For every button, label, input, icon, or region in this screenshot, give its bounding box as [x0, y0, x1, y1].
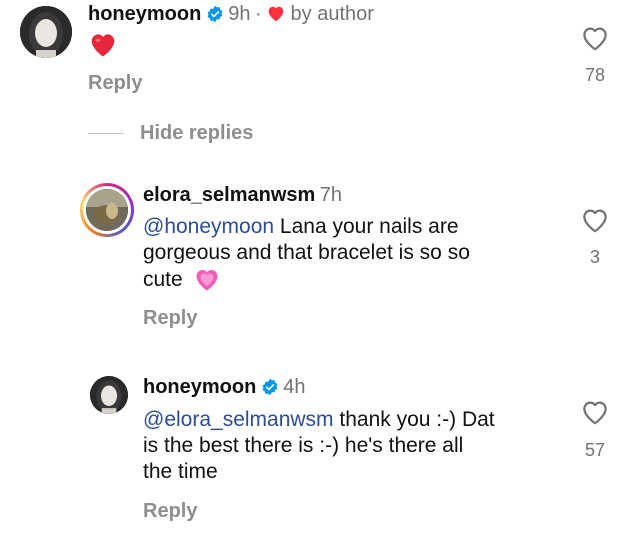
reply-button[interactable]: Reply — [88, 72, 142, 95]
separator: · — [254, 3, 262, 25]
username[interactable]: elora_selmanwsm — [143, 184, 315, 206]
comment-header: honeymoon 9h · by author — [88, 3, 374, 26]
comment-line: gorgeous and that bracelet is so so — [143, 241, 470, 264]
avatar-story-ring[interactable] — [80, 183, 134, 237]
mention-link[interactable]: @elora_selmanwsm — [143, 408, 334, 431]
timestamp: 4h — [283, 376, 306, 398]
username[interactable]: honeymoon — [143, 376, 256, 398]
comment-line: @elora_selmanwsm thank you :-) Dat — [143, 407, 563, 433]
comment-emoji — [88, 30, 118, 63]
comment-line: is the best there is :-) he's there all — [143, 434, 464, 457]
comment-text-segment: Lana your nails are — [274, 215, 459, 238]
avatar-ring-inner — [83, 186, 131, 234]
avatar-image — [86, 189, 128, 231]
comment-line: @honeymoon Lana your nails are — [143, 214, 563, 240]
like-count: 3 — [589, 247, 600, 267]
comment-text: @honeymoon Lana your nails are gorgeous … — [143, 214, 563, 293]
avatar-image — [20, 6, 72, 58]
reply-button[interactable]: Reply — [143, 500, 197, 523]
heart-outline-icon[interactable] — [580, 398, 610, 426]
heart-outline-icon[interactable] — [580, 24, 610, 52]
mention-link[interactable]: @honeymoon — [143, 215, 274, 238]
timestamp: 9h — [228, 3, 251, 25]
avatar — [86, 189, 128, 231]
like-count: 57 — [584, 440, 606, 460]
divider-line — [88, 133, 124, 134]
red-heart-emoji-icon — [91, 34, 115, 57]
comment-text-segment: cute — [143, 268, 183, 291]
avatar[interactable] — [20, 6, 72, 58]
like-count: 78 — [584, 65, 606, 85]
avatar-image — [90, 376, 128, 414]
comment-header: honeymoon 4h — [143, 376, 306, 399]
avatar[interactable] — [90, 376, 128, 414]
timestamp: 7h — [319, 184, 343, 206]
comment-text-segment: thank you :-) Dat — [333, 408, 495, 431]
liked-by-author-label: by author — [290, 3, 374, 25]
username[interactable]: honeymoon — [88, 3, 201, 25]
verified-badge-icon — [207, 5, 223, 23]
sparkling-heart-emoji-icon — [196, 270, 218, 291]
hide-replies-button[interactable]: Hide replies — [140, 122, 253, 145]
comment-line: cute — [143, 266, 563, 293]
comment-text: @elora_selmanwsm thank you :-) Dat is th… — [143, 407, 563, 485]
verified-badge-icon — [262, 378, 278, 396]
heart-outline-icon[interactable] — [580, 206, 610, 234]
filled-heart-icon — [268, 6, 284, 22]
reply-button[interactable]: Reply — [143, 307, 197, 330]
comment-line: the time — [143, 460, 218, 483]
comment-header: elora_selmanwsm 7h — [143, 184, 342, 207]
